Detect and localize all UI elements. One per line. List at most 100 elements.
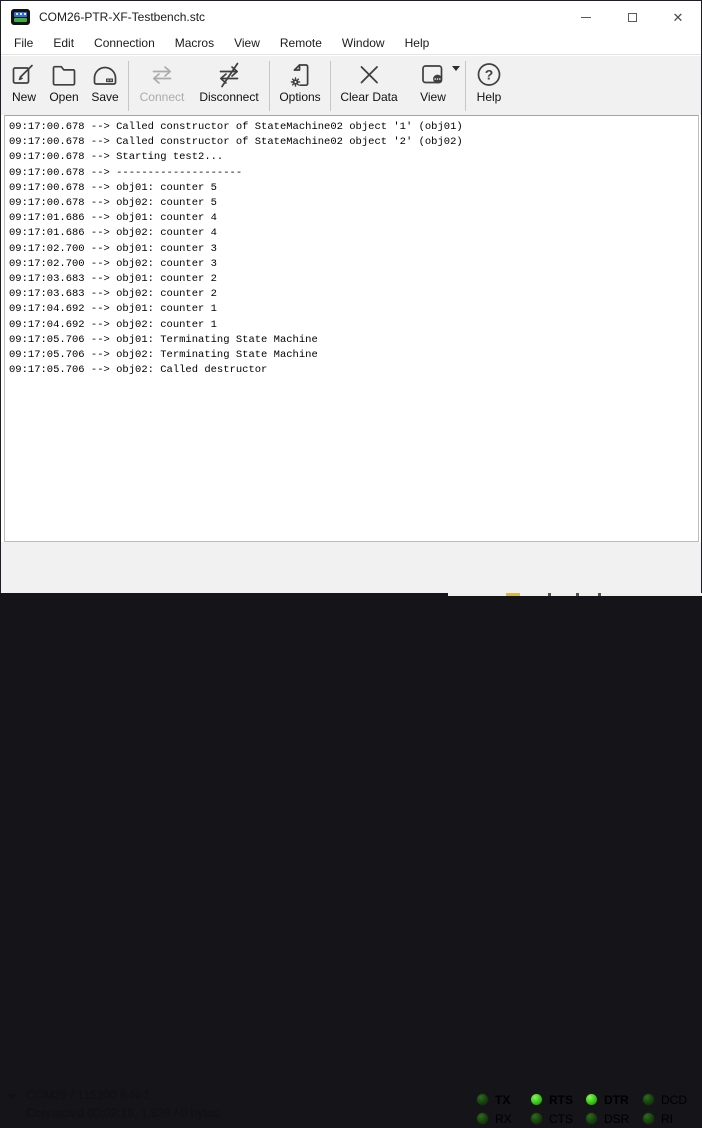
disconnect-label: Disconnect xyxy=(199,90,258,104)
menu-view[interactable]: View xyxy=(224,33,270,54)
menu-help[interactable]: Help xyxy=(395,33,440,54)
maximize-icon xyxy=(628,13,637,22)
close-button[interactable]: ✕ xyxy=(655,1,701,33)
disconnect-button[interactable]: Disconnect xyxy=(192,60,266,112)
toolbar-separator xyxy=(330,61,331,111)
disconnect-arrows-icon xyxy=(214,61,244,89)
terminal-line: 09:17:02.700 --> obj01: counter 3 xyxy=(9,242,698,257)
terminal-line: 09:17:03.683 --> obj01: counter 2 xyxy=(9,272,698,287)
new-button[interactable]: New xyxy=(5,60,43,112)
window-title: COM26-PTR-XF-Testbench.stc xyxy=(39,10,205,24)
minimize-icon xyxy=(581,17,591,18)
indicator-rts[interactable]: RTS xyxy=(523,1090,578,1109)
menu-macros[interactable]: Macros xyxy=(165,33,224,54)
save-label: Save xyxy=(91,90,118,104)
view-dropdown-arrow-icon[interactable] xyxy=(452,66,460,71)
maximize-button[interactable] xyxy=(609,1,655,33)
indicator-rx: RX xyxy=(469,1109,523,1128)
terminal-line: 09:17:05.706 --> obj02: Called destructo… xyxy=(9,363,698,378)
terminal-output[interactable]: 09:17:00.678 --> Called constructor of S… xyxy=(4,115,699,542)
terminal-line: 09:17:00.678 --> obj02: counter 5 xyxy=(9,196,698,211)
new-label: New xyxy=(12,90,36,104)
indicator-tx[interactable]: TX xyxy=(469,1090,523,1109)
open-button[interactable]: Open xyxy=(43,60,85,112)
open-folder-icon xyxy=(49,61,79,89)
app-icon-keyboard xyxy=(14,18,27,22)
dcd-label: DCD xyxy=(661,1093,687,1107)
menu-bar: File Edit Connection Macros View Remote … xyxy=(1,33,701,55)
menu-file[interactable]: File xyxy=(4,33,43,54)
status-bar: COM26 / 115200 8-N-1 Connected 00:02:19,… xyxy=(1,542,701,593)
cts-label: CTS xyxy=(549,1112,573,1126)
indicator-ri: RI xyxy=(635,1109,697,1128)
terminal-line: 09:17:05.706 --> obj02: Terminating Stat… xyxy=(9,348,698,363)
menu-remote[interactable]: Remote xyxy=(270,33,332,54)
terminal-line: 09:17:01.686 --> obj02: counter 4 xyxy=(9,226,698,241)
toolbar-separator xyxy=(465,61,466,111)
menu-connection[interactable]: Connection xyxy=(84,33,165,54)
dsr-led-icon xyxy=(585,1112,598,1125)
terminal-line: 09:17:05.706 --> obj01: Terminating Stat… xyxy=(9,333,698,348)
rts-led-icon xyxy=(530,1093,543,1106)
clear-data-label: Clear Data xyxy=(340,90,397,104)
indicator-cts: CTS xyxy=(523,1109,578,1128)
indicator-dsr: DSR xyxy=(578,1109,635,1128)
terminal-line: 09:17:00.678 --> Called constructor of S… xyxy=(9,135,698,150)
svg-text:?: ? xyxy=(485,66,494,82)
toolbar: New Open Save Connect xyxy=(1,56,701,115)
connect-arrows-icon xyxy=(147,61,177,89)
app-icon-screen xyxy=(14,12,27,17)
terminal-line: 09:17:03.683 --> obj02: counter 2 xyxy=(9,287,698,302)
connection-info: Connected 00:02:19, 1,826 / 0 bytes xyxy=(26,1106,219,1120)
help-label: Help xyxy=(477,90,502,104)
terminal-line: 09:17:02.700 --> obj02: counter 3 xyxy=(9,257,698,272)
window-controls: ✕ xyxy=(563,1,701,33)
save-button[interactable]: Save xyxy=(85,60,125,112)
dtr-label: DTR xyxy=(604,1093,629,1107)
dtr-led-icon xyxy=(585,1093,598,1106)
cts-led-icon xyxy=(530,1112,543,1125)
menu-window[interactable]: Window xyxy=(332,33,395,54)
help-button[interactable]: ? Help xyxy=(469,60,509,112)
ri-led-icon xyxy=(642,1112,655,1125)
new-file-icon xyxy=(9,61,39,89)
terminal-line: 09:17:01.686 --> obj01: counter 4 xyxy=(9,211,698,226)
connect-button[interactable]: Connect xyxy=(132,60,192,112)
view-label: View xyxy=(420,90,446,104)
title-bar: COM26-PTR-XF-Testbench.stc ✕ xyxy=(1,1,701,33)
help-question-icon: ? xyxy=(474,61,504,89)
connect-label: Connect xyxy=(140,90,185,104)
dcd-led-icon xyxy=(642,1093,655,1106)
terminal-line: 09:17:00.678 --> -------------------- xyxy=(9,166,698,181)
ri-label: RI xyxy=(661,1112,673,1126)
open-label: Open xyxy=(49,90,78,104)
rts-label: RTS xyxy=(549,1093,573,1107)
menu-edit[interactable]: Edit xyxy=(43,33,84,54)
terminal-line: 09:17:04.692 --> obj01: counter 1 xyxy=(9,302,698,317)
minimize-button[interactable] xyxy=(563,1,609,33)
terminal-line: 09:17:00.678 --> obj01: counter 5 xyxy=(9,181,698,196)
clear-data-x-icon xyxy=(354,61,384,89)
view-button[interactable]: View xyxy=(404,60,462,112)
port-menu-arrow-icon[interactable] xyxy=(8,1094,16,1099)
save-drive-icon xyxy=(90,61,120,89)
terminal-line: 09:17:04.692 --> obj02: counter 1 xyxy=(9,318,698,333)
indicator-dtr[interactable]: DTR xyxy=(578,1090,635,1109)
options-label: Options xyxy=(279,90,320,104)
signal-indicators: TX RTS DTR DCD RX CTS xyxy=(469,1090,697,1128)
options-button[interactable]: Options xyxy=(273,60,327,112)
options-gear-document-icon xyxy=(285,61,315,89)
rx-label: RX xyxy=(495,1112,512,1126)
terminal-line: 09:17:00.678 --> Starting test2... xyxy=(9,150,698,165)
app-window: COM26-PTR-XF-Testbench.stc ✕ File Edit C… xyxy=(0,0,702,593)
toolbar-separator xyxy=(269,61,270,111)
close-icon: ✕ xyxy=(673,11,684,24)
indicator-dcd: DCD xyxy=(635,1090,697,1109)
tx-label: TX xyxy=(495,1093,510,1107)
app-terminal-icon xyxy=(11,9,30,25)
terminal-line: 09:17:00.678 --> Called constructor of S… xyxy=(9,120,698,135)
port-info[interactable]: COM26 / 115200 8-N-1 xyxy=(26,1088,150,1102)
toolbar-separator xyxy=(128,61,129,111)
view-window-icon xyxy=(418,61,448,89)
clear-data-button[interactable]: Clear Data xyxy=(334,60,404,112)
